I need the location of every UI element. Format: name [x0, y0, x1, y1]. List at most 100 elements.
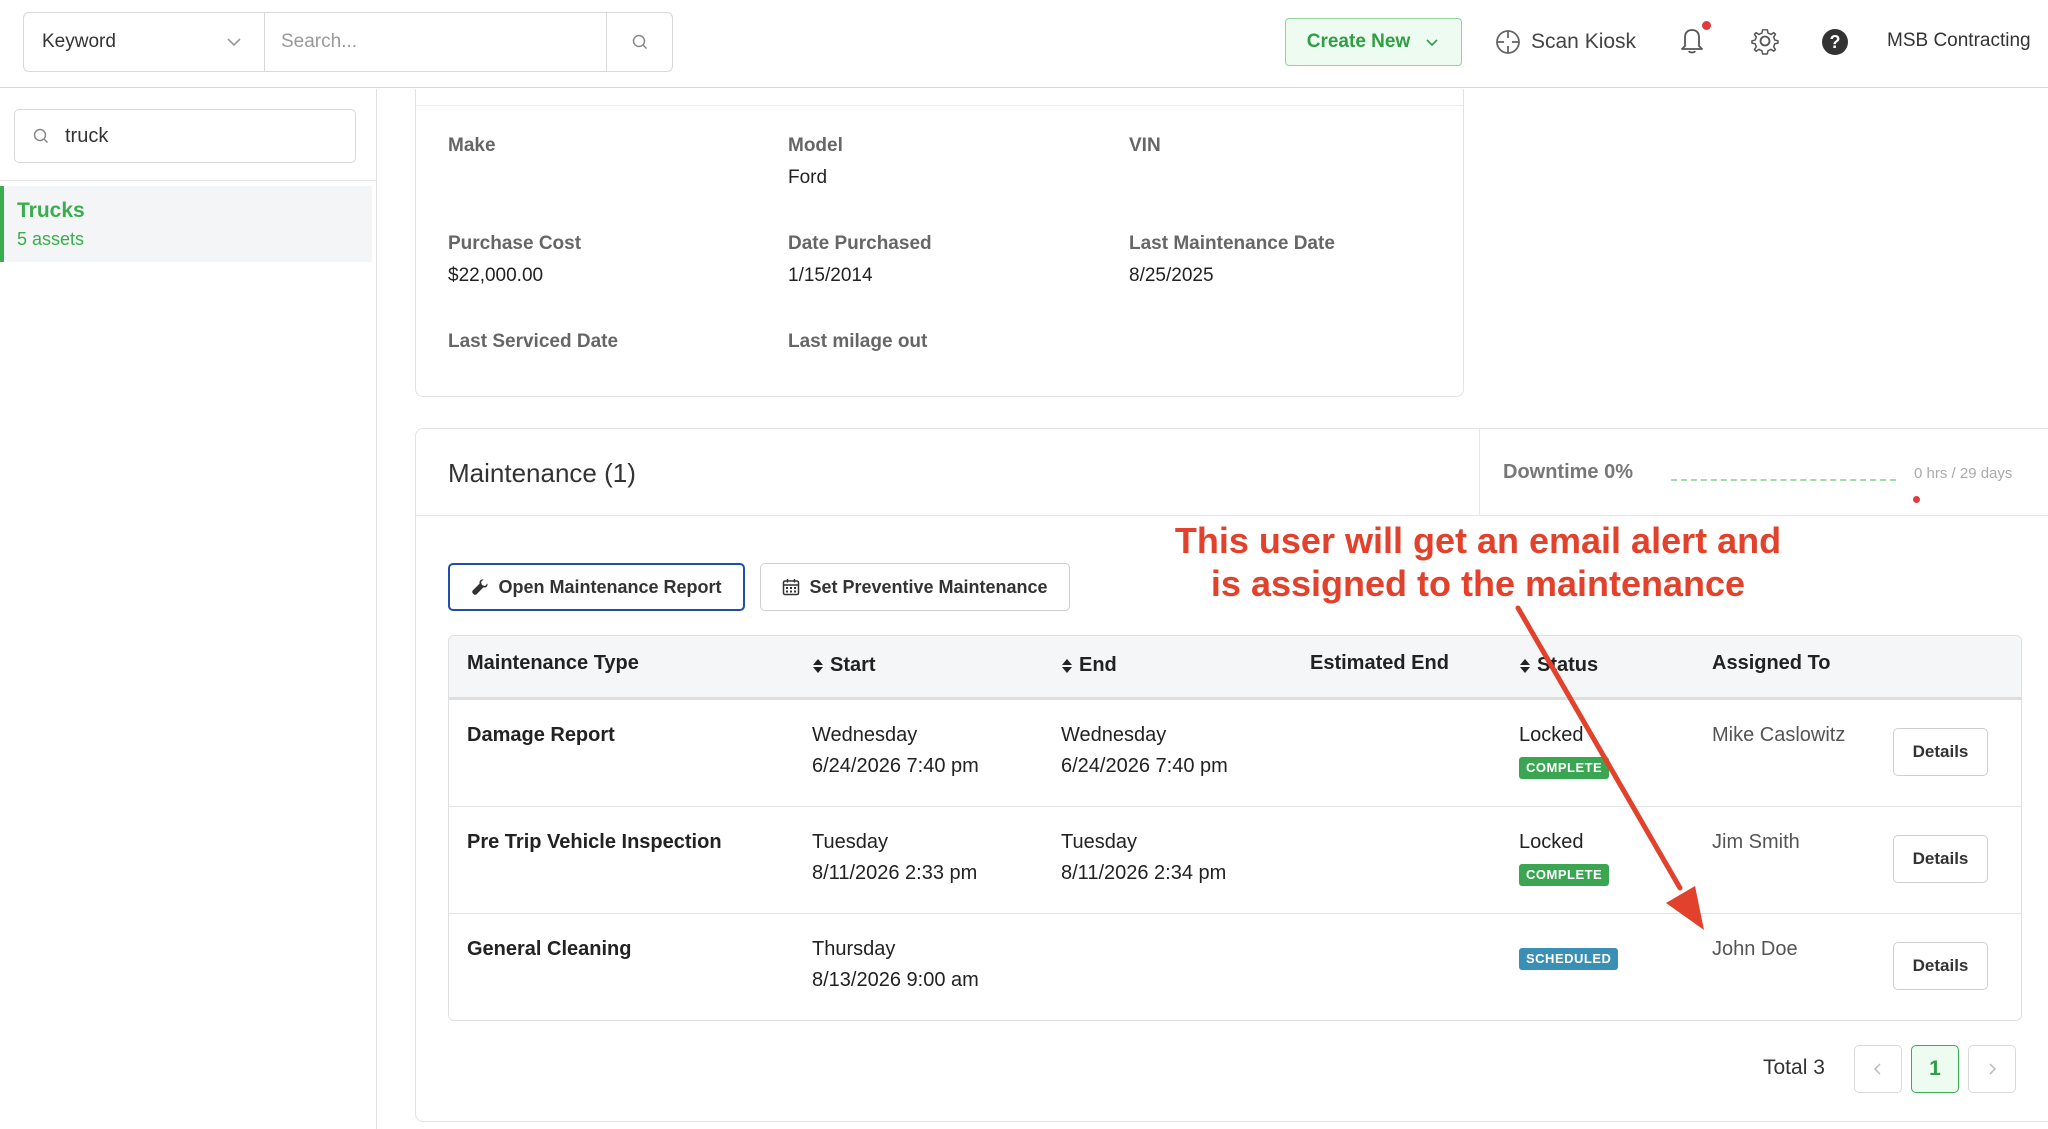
prev-page-button[interactable]: [1854, 1045, 1902, 1093]
sort-icon: [813, 658, 823, 673]
details-button[interactable]: Details: [1893, 728, 1988, 776]
search-button[interactable]: [606, 13, 672, 71]
status-text: Locked: [1519, 831, 1584, 853]
details-button[interactable]: Details: [1893, 835, 1988, 883]
start-date: Tuesday 8/11/2026 2:33 pm: [812, 827, 977, 889]
maintenance-type: Pre Trip Vehicle Inspection: [467, 831, 722, 853]
scan-kiosk-label: Scan Kiosk: [1531, 30, 1637, 53]
scan-kiosk-button[interactable]: Scan Kiosk: [1494, 24, 1636, 60]
end-datetime: 6/24/2026 7:40 pm: [1061, 755, 1228, 777]
sort-icon: [1520, 658, 1530, 673]
column-start[interactable]: Start: [812, 654, 876, 677]
chevron-down-icon: [1426, 39, 1438, 47]
card-divider: [416, 105, 1463, 106]
search-icon: [33, 128, 49, 144]
end-day: Wednesday: [1061, 724, 1167, 746]
header-separator: [1479, 429, 1480, 515]
status-cell: Locked COMPLETE: [1519, 720, 1610, 782]
create-new-button[interactable]: Create New: [1285, 18, 1462, 66]
maintenance-type: General Cleaning: [467, 938, 632, 960]
column-label: Start: [830, 654, 876, 676]
column-label: Estimated End: [1310, 652, 1449, 674]
column-estimated-end: Estimated End: [1310, 652, 1449, 675]
field-last-maintenance-date: Last Maintenance Date 8/25/2025: [1129, 233, 1335, 287]
downtime-bar: [1671, 479, 1896, 481]
start-datetime: 6/24/2026 7:40 pm: [812, 755, 979, 777]
annotation-line: is assigned to the maintenance: [1210, 563, 1746, 604]
column-label: Maintenance Type: [467, 652, 639, 674]
start-date: Thursday 8/13/2026 9:00 am: [812, 934, 979, 996]
keyword-select[interactable]: Keyword: [24, 13, 265, 71]
field-purchase-cost: Purchase Cost $22,000.00: [448, 233, 581, 287]
status-text: Locked: [1519, 724, 1584, 746]
start-day: Thursday: [812, 938, 896, 960]
field-label: Make: [448, 135, 496, 156]
header-divider: [416, 515, 2048, 516]
assigned-to: Mike Caslowitz: [1712, 724, 1846, 746]
sidebar-search: [14, 109, 356, 163]
end-day: Tuesday: [1061, 831, 1137, 853]
downtime-marker: [1913, 496, 1920, 503]
top-bar: Keyword Create New Scan Kiosk ? MSB Cont…: [0, 0, 2048, 88]
assigned-to: Jim Smith: [1712, 831, 1800, 853]
annotation-line: This user will get an email alert and: [1174, 520, 1782, 561]
status-cell: Locked COMPLETE: [1519, 827, 1610, 889]
chevron-right-icon: [1989, 1063, 1997, 1075]
assigned-to: John Doe: [1712, 938, 1798, 960]
field-vin: VIN: [1129, 135, 1161, 167]
column-label: Status: [1537, 654, 1599, 676]
field-last-milage-out: Last milage out: [788, 331, 927, 353]
annotation-text: This user will get an email alert and is…: [1138, 519, 1818, 605]
field-label: Last Serviced Date: [448, 331, 619, 352]
field-value: Ford: [788, 167, 828, 188]
start-datetime: 8/11/2026 2:33 pm: [812, 862, 978, 884]
field-value: $22,000.00: [448, 265, 544, 286]
svg-text:?: ?: [1830, 32, 1841, 52]
downtime-label: Downtime 0%: [1503, 461, 1634, 483]
chevron-left-icon: [1873, 1063, 1881, 1075]
table-row: Pre Trip Vehicle Inspection Tuesday 8/11…: [449, 807, 2021, 914]
asset-details-card: Make Model Ford VIN Purchase Cost $22,00…: [415, 89, 1464, 397]
page-button-current[interactable]: 1: [1911, 1045, 1959, 1093]
column-status[interactable]: Status: [1519, 654, 1598, 677]
field-make: Make: [448, 135, 496, 167]
field-label: Purchase Cost: [448, 233, 582, 254]
set-preventive-maintenance-label: Set Preventive Maintenance: [809, 576, 1048, 597]
set-preventive-maintenance-button[interactable]: Set Preventive Maintenance: [760, 563, 1070, 611]
maintenance-type: Damage Report: [467, 724, 615, 746]
column-label: End: [1079, 654, 1117, 676]
field-label: Last milage out: [788, 331, 928, 352]
field-label: Last Maintenance Date: [1129, 233, 1335, 254]
end-date: Tuesday 8/11/2026 2:34 pm: [1061, 827, 1226, 889]
column-maintenance-type: Maintenance Type: [467, 652, 639, 675]
downtime-meta: 0 hrs / 29 days: [1914, 465, 2013, 482]
status-badge: SCHEDULED: [1519, 948, 1619, 970]
start-date: Wednesday 6/24/2026 7:40 pm: [812, 720, 979, 782]
gear-icon[interactable]: [1750, 26, 1780, 56]
field-label: Date Purchased: [788, 233, 932, 254]
sidebar-divider: [0, 180, 376, 181]
calendar-icon: [783, 579, 800, 596]
sidebar-item-title: Trucks: [17, 199, 85, 222]
end-datetime: 8/11/2026 2:34 pm: [1061, 862, 1227, 884]
company-name[interactable]: MSB Contracting: [1887, 30, 2031, 52]
end-date: Wednesday 6/24/2026 7:40 pm: [1061, 720, 1228, 782]
sidebar: Trucks 5 assets: [0, 89, 377, 1129]
sidebar-search-input[interactable]: [65, 124, 325, 148]
sidebar-item-trucks[interactable]: Trucks 5 assets: [0, 186, 372, 262]
next-page-button[interactable]: [1968, 1045, 2016, 1093]
field-model: Model Ford: [788, 135, 843, 189]
search-icon: [632, 34, 647, 50]
help-icon[interactable]: ?: [1821, 28, 1849, 56]
column-assigned-to: Assigned To: [1712, 652, 1831, 675]
global-search: Keyword: [23, 12, 673, 72]
column-end[interactable]: End: [1061, 654, 1117, 677]
column-label: Assigned To: [1712, 652, 1831, 674]
sidebar-item-count: 5 assets: [17, 229, 85, 249]
open-maintenance-report-button[interactable]: Open Maintenance Report: [448, 563, 745, 611]
details-button[interactable]: Details: [1893, 942, 1988, 990]
open-maintenance-report-label: Open Maintenance Report: [498, 576, 722, 597]
search-input[interactable]: [265, 13, 606, 71]
field-value: 8/25/2025: [1129, 265, 1214, 286]
crosshair-icon: [1496, 30, 1520, 54]
